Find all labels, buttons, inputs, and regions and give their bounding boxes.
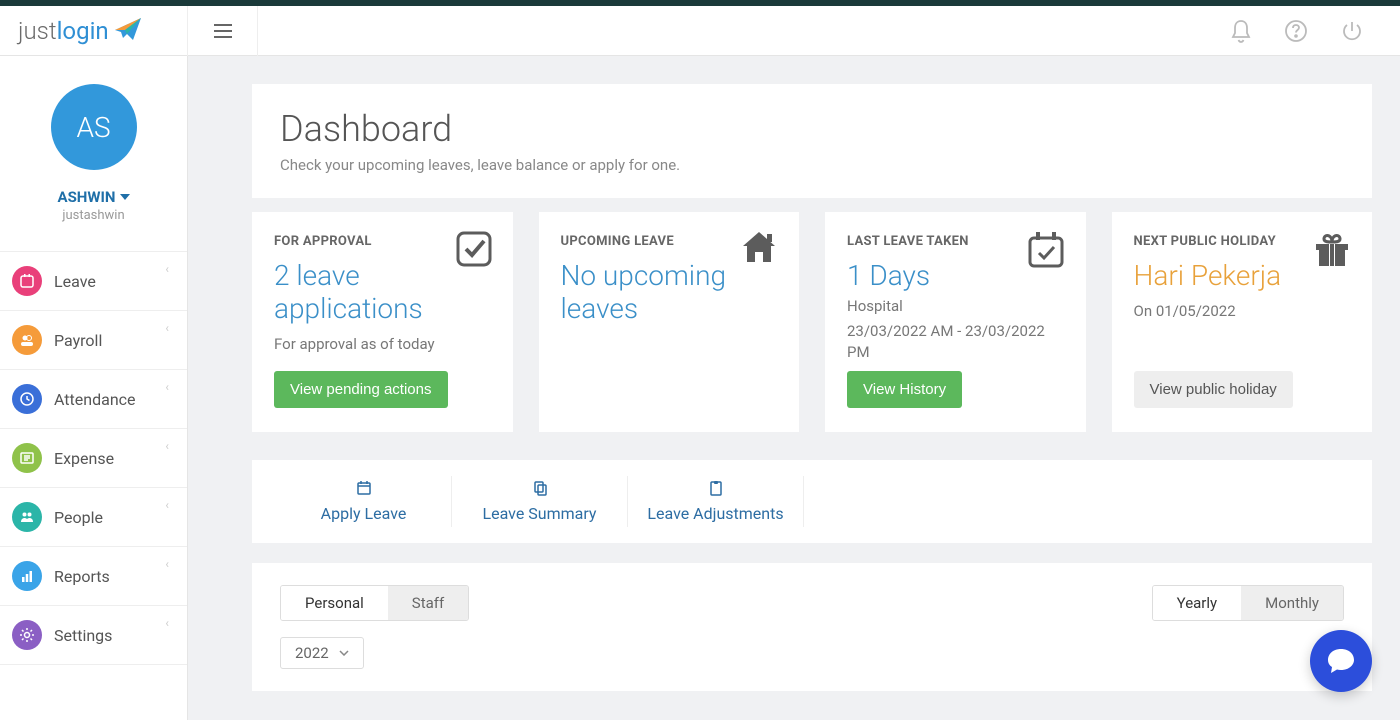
sidebar-item-payroll[interactable]: Payroll ‹ [0,310,187,369]
card-last-leave: LAST LEAVE TAKEN 1 Days Hospital 23/03/2… [825,212,1086,432]
sidebar-item-label: Reports [54,567,175,586]
card-subtext: For approval as of today [274,335,491,353]
calendar-icon [276,480,451,500]
card-value: 2 leave applications [274,259,491,325]
sidebar-item-label: People [54,508,175,527]
card-upcoming-leave: UPCOMING LEAVE No upcoming leaves [539,212,800,432]
logo-part2: login [57,17,109,45]
chevron-left-icon: ‹ [165,557,169,571]
chevron-left-icon: ‹ [165,262,169,276]
payroll-icon [12,325,42,355]
logo-part1: just [18,17,57,45]
sidebar-item-label: Leave [54,272,175,291]
calendar-check-icon [1026,230,1066,270]
attendance-icon [12,384,42,414]
checkbox-icon [455,230,493,268]
personal-staff-tabs: Personal Staff [280,585,469,621]
card-value: No upcoming leaves [561,259,778,325]
tab-yearly[interactable]: Yearly [1153,586,1241,620]
year-value: 2022 [295,644,329,662]
nav: Leave ‹ Payroll ‹ Attendance ‹ Expense ‹… [0,251,187,665]
main-content: Dashboard Check your upcoming leaves, le… [188,56,1400,720]
expense-icon [12,443,42,473]
chevron-left-icon: ‹ [165,380,169,394]
sidebar-item-label: Expense [54,449,175,468]
username-label: ASHWIN [57,188,115,206]
sidebar-item-attendance[interactable]: Attendance ‹ [0,369,187,428]
sidebar-item-label: Attendance [54,390,175,409]
tabs-panel: Personal Staff Yearly Monthly 2022 [252,563,1372,691]
home-icon [739,230,779,266]
card-leave-type: Hospital [847,296,1064,317]
avatar: AS [51,84,137,170]
reports-icon [12,561,42,591]
card-leave-period: 23/03/2022 AM - 23/03/2022 PM [847,321,1064,363]
page-subtitle: Check your upcoming leaves, leave balanc… [280,156,1344,174]
sidebar-item-settings[interactable]: Settings ‹ [0,605,187,665]
chevron-left-icon: ‹ [165,616,169,630]
plane-icon [113,16,143,46]
action-link-label: Leave Adjustments [647,504,783,523]
leave-summary-link[interactable]: Leave Summary [452,476,628,527]
action-link-label: Apply Leave [321,504,407,523]
profile-section: AS ASHWIN justashwin [0,56,187,241]
sidebar-item-label: Settings [54,626,175,645]
sidebar-item-reports[interactable]: Reports ‹ [0,546,187,605]
tab-monthly[interactable]: Monthly [1241,586,1343,620]
people-icon [12,502,42,532]
apply-leave-link[interactable]: Apply Leave [276,476,452,527]
action-link-label: Leave Summary [482,504,596,523]
view-public-holiday-button[interactable]: View public holiday [1134,371,1293,408]
power-icon[interactable] [1340,19,1364,43]
year-select[interactable]: 2022 [280,637,364,669]
page-header: Dashboard Check your upcoming leaves, le… [252,84,1372,198]
topbar: justlogin [0,6,1400,56]
help-icon[interactable] [1284,19,1308,43]
yearly-monthly-tabs: Yearly Monthly [1152,585,1344,621]
chevron-left-icon: ‹ [165,498,169,512]
chat-icon [1326,647,1356,675]
card-holiday-date: On 01/05/2022 [1134,302,1351,320]
tab-staff[interactable]: Staff [388,586,468,620]
logo[interactable]: justlogin [0,6,188,56]
sidebar-item-leave[interactable]: Leave ‹ [0,251,187,310]
leave-adjustments-link[interactable]: Leave Adjustments [628,476,804,527]
copy-icon [452,480,627,500]
bell-icon[interactable] [1230,19,1252,43]
sidebar-item-expense[interactable]: Expense ‹ [0,428,187,487]
sidebar-item-label: Payroll [54,331,175,350]
chevron-left-icon: ‹ [165,439,169,453]
sidebar-item-people[interactable]: People ‹ [0,487,187,546]
tab-personal[interactable]: Personal [281,586,388,620]
chat-fab[interactable] [1310,630,1372,692]
page-title: Dashboard [280,108,1344,150]
chevron-down-icon [339,650,349,656]
gift-icon [1312,230,1352,268]
hamburger-menu[interactable] [188,6,258,56]
paste-icon [628,480,803,500]
card-for-approval: FOR APPROVAL 2 leave applications For ap… [252,212,513,432]
view-history-button[interactable]: View History [847,371,962,408]
chevron-left-icon: ‹ [165,321,169,335]
settings-icon [12,620,42,650]
user-handle: justashwin [62,208,124,223]
caret-down-icon [120,194,130,200]
action-links-row: Apply Leave Leave Summary Leave Adjustme… [252,460,1372,543]
sidebar: AS ASHWIN justashwin Leave ‹ Payroll ‹ A… [0,56,188,720]
username-dropdown[interactable]: ASHWIN [57,188,129,206]
leave-icon [12,266,42,296]
view-pending-actions-button[interactable]: View pending actions [274,371,448,408]
card-next-holiday: NEXT PUBLIC HOLIDAY Hari Pekerja On 01/0… [1112,212,1373,432]
